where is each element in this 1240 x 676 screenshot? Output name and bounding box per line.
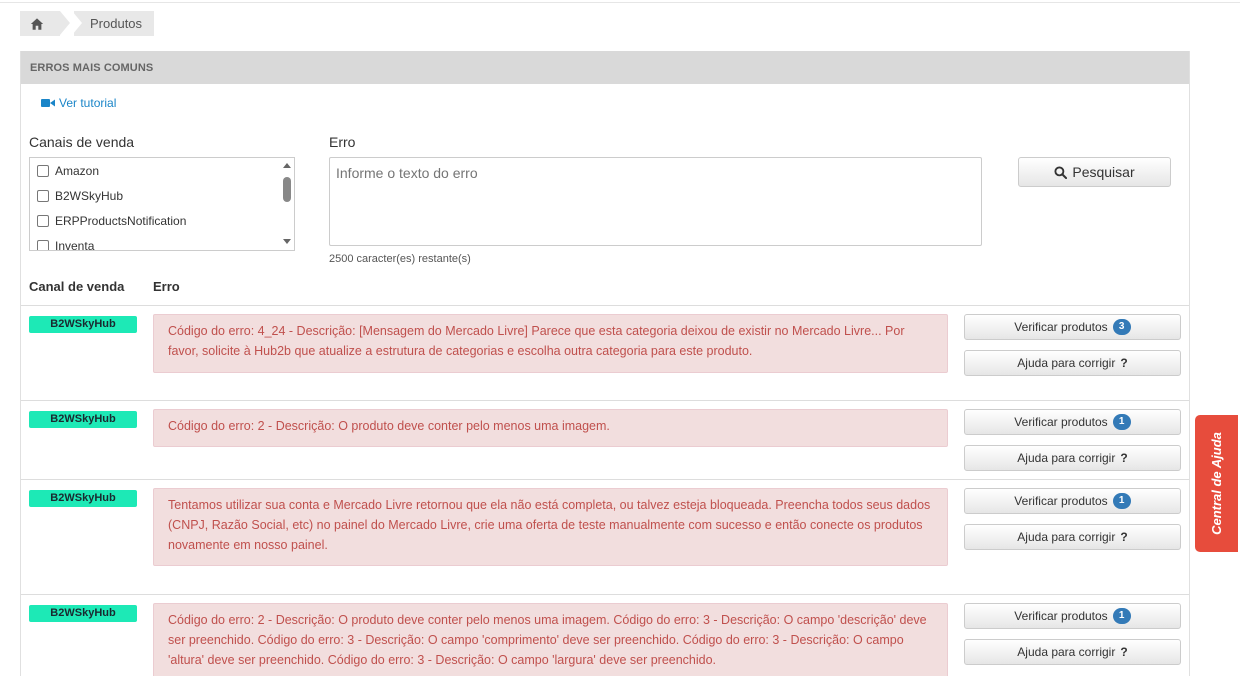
verify-products-button[interactable]: Verificar produtos 1 bbox=[964, 603, 1181, 629]
breadcrumb: Produtos bbox=[20, 11, 155, 36]
verify-products-label: Verificar produtos bbox=[1014, 609, 1108, 623]
checkbox[interactable] bbox=[37, 214, 49, 227]
table-row: B2WSkyHub Tentamos utilizar sua conta e … bbox=[21, 479, 1189, 594]
help-fix-label: Ajuda para corrigir bbox=[1017, 645, 1116, 659]
help-fix-label: Ajuda para corrigir bbox=[1017, 530, 1116, 544]
error-message: Código do erro: 4_24 - Descrição: [Mensa… bbox=[153, 314, 948, 373]
count-badge: 1 bbox=[1112, 608, 1131, 624]
remaining-chars: 2500 caracter(es) restante(s) bbox=[329, 253, 471, 265]
verify-products-button[interactable]: Verificar produtos 3 bbox=[964, 314, 1181, 340]
error-message: Código do erro: 2 - Descrição: O produto… bbox=[153, 603, 948, 676]
help-fix-label: Ajuda para corrigir bbox=[1017, 356, 1116, 370]
help-fix-label: Ajuda para corrigir bbox=[1017, 451, 1116, 465]
scroll-up-arrow-icon[interactable] bbox=[283, 163, 291, 168]
error-text-input[interactable] bbox=[329, 157, 982, 246]
tutorial-link-label: Ver tutorial bbox=[59, 96, 117, 110]
verify-products-label: Verificar produtos bbox=[1014, 320, 1108, 334]
breadcrumb-current[interactable]: Produtos bbox=[71, 11, 155, 36]
channel-option-label: Inventa bbox=[55, 238, 95, 251]
channel-option[interactable]: Inventa bbox=[30, 233, 294, 251]
question-icon: ? bbox=[1120, 645, 1128, 659]
error-label: Erro bbox=[329, 134, 356, 150]
channel-option-label: ERPProductsNotification bbox=[55, 213, 187, 228]
tutorial-link[interactable]: Ver tutorial bbox=[41, 96, 116, 110]
search-button-label: Pesquisar bbox=[1072, 164, 1135, 180]
common-errors-panel: ERROS MAIS COMUNS Ver tutorial Canais de… bbox=[20, 51, 1190, 676]
search-icon bbox=[1054, 165, 1068, 179]
top-divider bbox=[0, 2, 1240, 3]
verify-products-button[interactable]: Verificar produtos 1 bbox=[964, 488, 1181, 514]
listbox-scrollbar[interactable] bbox=[280, 158, 294, 250]
verify-products-label: Verificar produtos bbox=[1014, 494, 1108, 508]
question-icon: ? bbox=[1120, 530, 1128, 544]
column-header-channel: Canal de venda bbox=[29, 279, 125, 294]
channel-option-label: B2WSkyHub bbox=[55, 188, 124, 203]
help-fix-button[interactable]: Ajuda para corrigir ? bbox=[964, 350, 1181, 376]
channel-badge: B2WSkyHub bbox=[29, 411, 137, 428]
checkbox[interactable] bbox=[37, 239, 49, 250]
help-fix-button[interactable]: Ajuda para corrigir ? bbox=[964, 639, 1181, 665]
video-camera-icon bbox=[41, 99, 55, 107]
breadcrumb-home[interactable] bbox=[20, 11, 70, 36]
column-header-error: Erro bbox=[153, 279, 180, 294]
channel-badge: B2WSkyHub bbox=[29, 490, 137, 507]
panel-title: ERROS MAIS COMUNS bbox=[21, 51, 1189, 84]
help-fix-button[interactable]: Ajuda para corrigir ? bbox=[964, 524, 1181, 550]
channel-option[interactable]: B2WSkyHub bbox=[30, 183, 294, 208]
error-message: Tentamos utilizar sua conta e Mercado Li… bbox=[153, 488, 948, 566]
error-message: Código do erro: 2 - Descrição: O produto… bbox=[153, 409, 948, 447]
channel-option-label: Amazon bbox=[55, 163, 100, 178]
channels-label: Canais de venda bbox=[29, 134, 135, 150]
table-row: B2WSkyHub Código do erro: 4_24 - Descriç… bbox=[21, 305, 1189, 400]
table-row: B2WSkyHub Código do erro: 2 - Descrição:… bbox=[21, 400, 1189, 479]
count-badge: 1 bbox=[1112, 493, 1131, 509]
count-badge: 1 bbox=[1112, 414, 1131, 430]
channel-option[interactable]: Amazon bbox=[30, 158, 294, 183]
scroll-down-arrow-icon[interactable] bbox=[283, 239, 291, 244]
channel-badge: B2WSkyHub bbox=[29, 605, 137, 622]
question-icon: ? bbox=[1120, 451, 1128, 465]
table-row: B2WSkyHub Código do erro: 2 - Descrição:… bbox=[21, 594, 1189, 676]
help-center-label: Central de Ajuda bbox=[1209, 432, 1225, 535]
verify-products-button[interactable]: Verificar produtos 1 bbox=[964, 409, 1181, 435]
search-button[interactable]: Pesquisar bbox=[1018, 157, 1171, 187]
channel-badge: B2WSkyHub bbox=[29, 316, 137, 333]
verify-products-label: Verificar produtos bbox=[1014, 415, 1108, 429]
question-icon: ? bbox=[1120, 356, 1128, 370]
count-badge: 3 bbox=[1112, 319, 1131, 335]
scrollbar-thumb[interactable] bbox=[283, 177, 291, 202]
checkbox[interactable] bbox=[37, 164, 49, 177]
help-center-tab[interactable]: Central de Ajuda bbox=[1195, 415, 1238, 552]
channel-option[interactable]: ERPProductsNotification bbox=[30, 208, 294, 233]
home-icon bbox=[30, 17, 44, 30]
channels-listbox[interactable]: Amazon B2WSkyHub ERPProductsNotification… bbox=[29, 157, 295, 251]
help-fix-button[interactable]: Ajuda para corrigir ? bbox=[964, 445, 1181, 471]
checkbox[interactable] bbox=[37, 189, 49, 202]
